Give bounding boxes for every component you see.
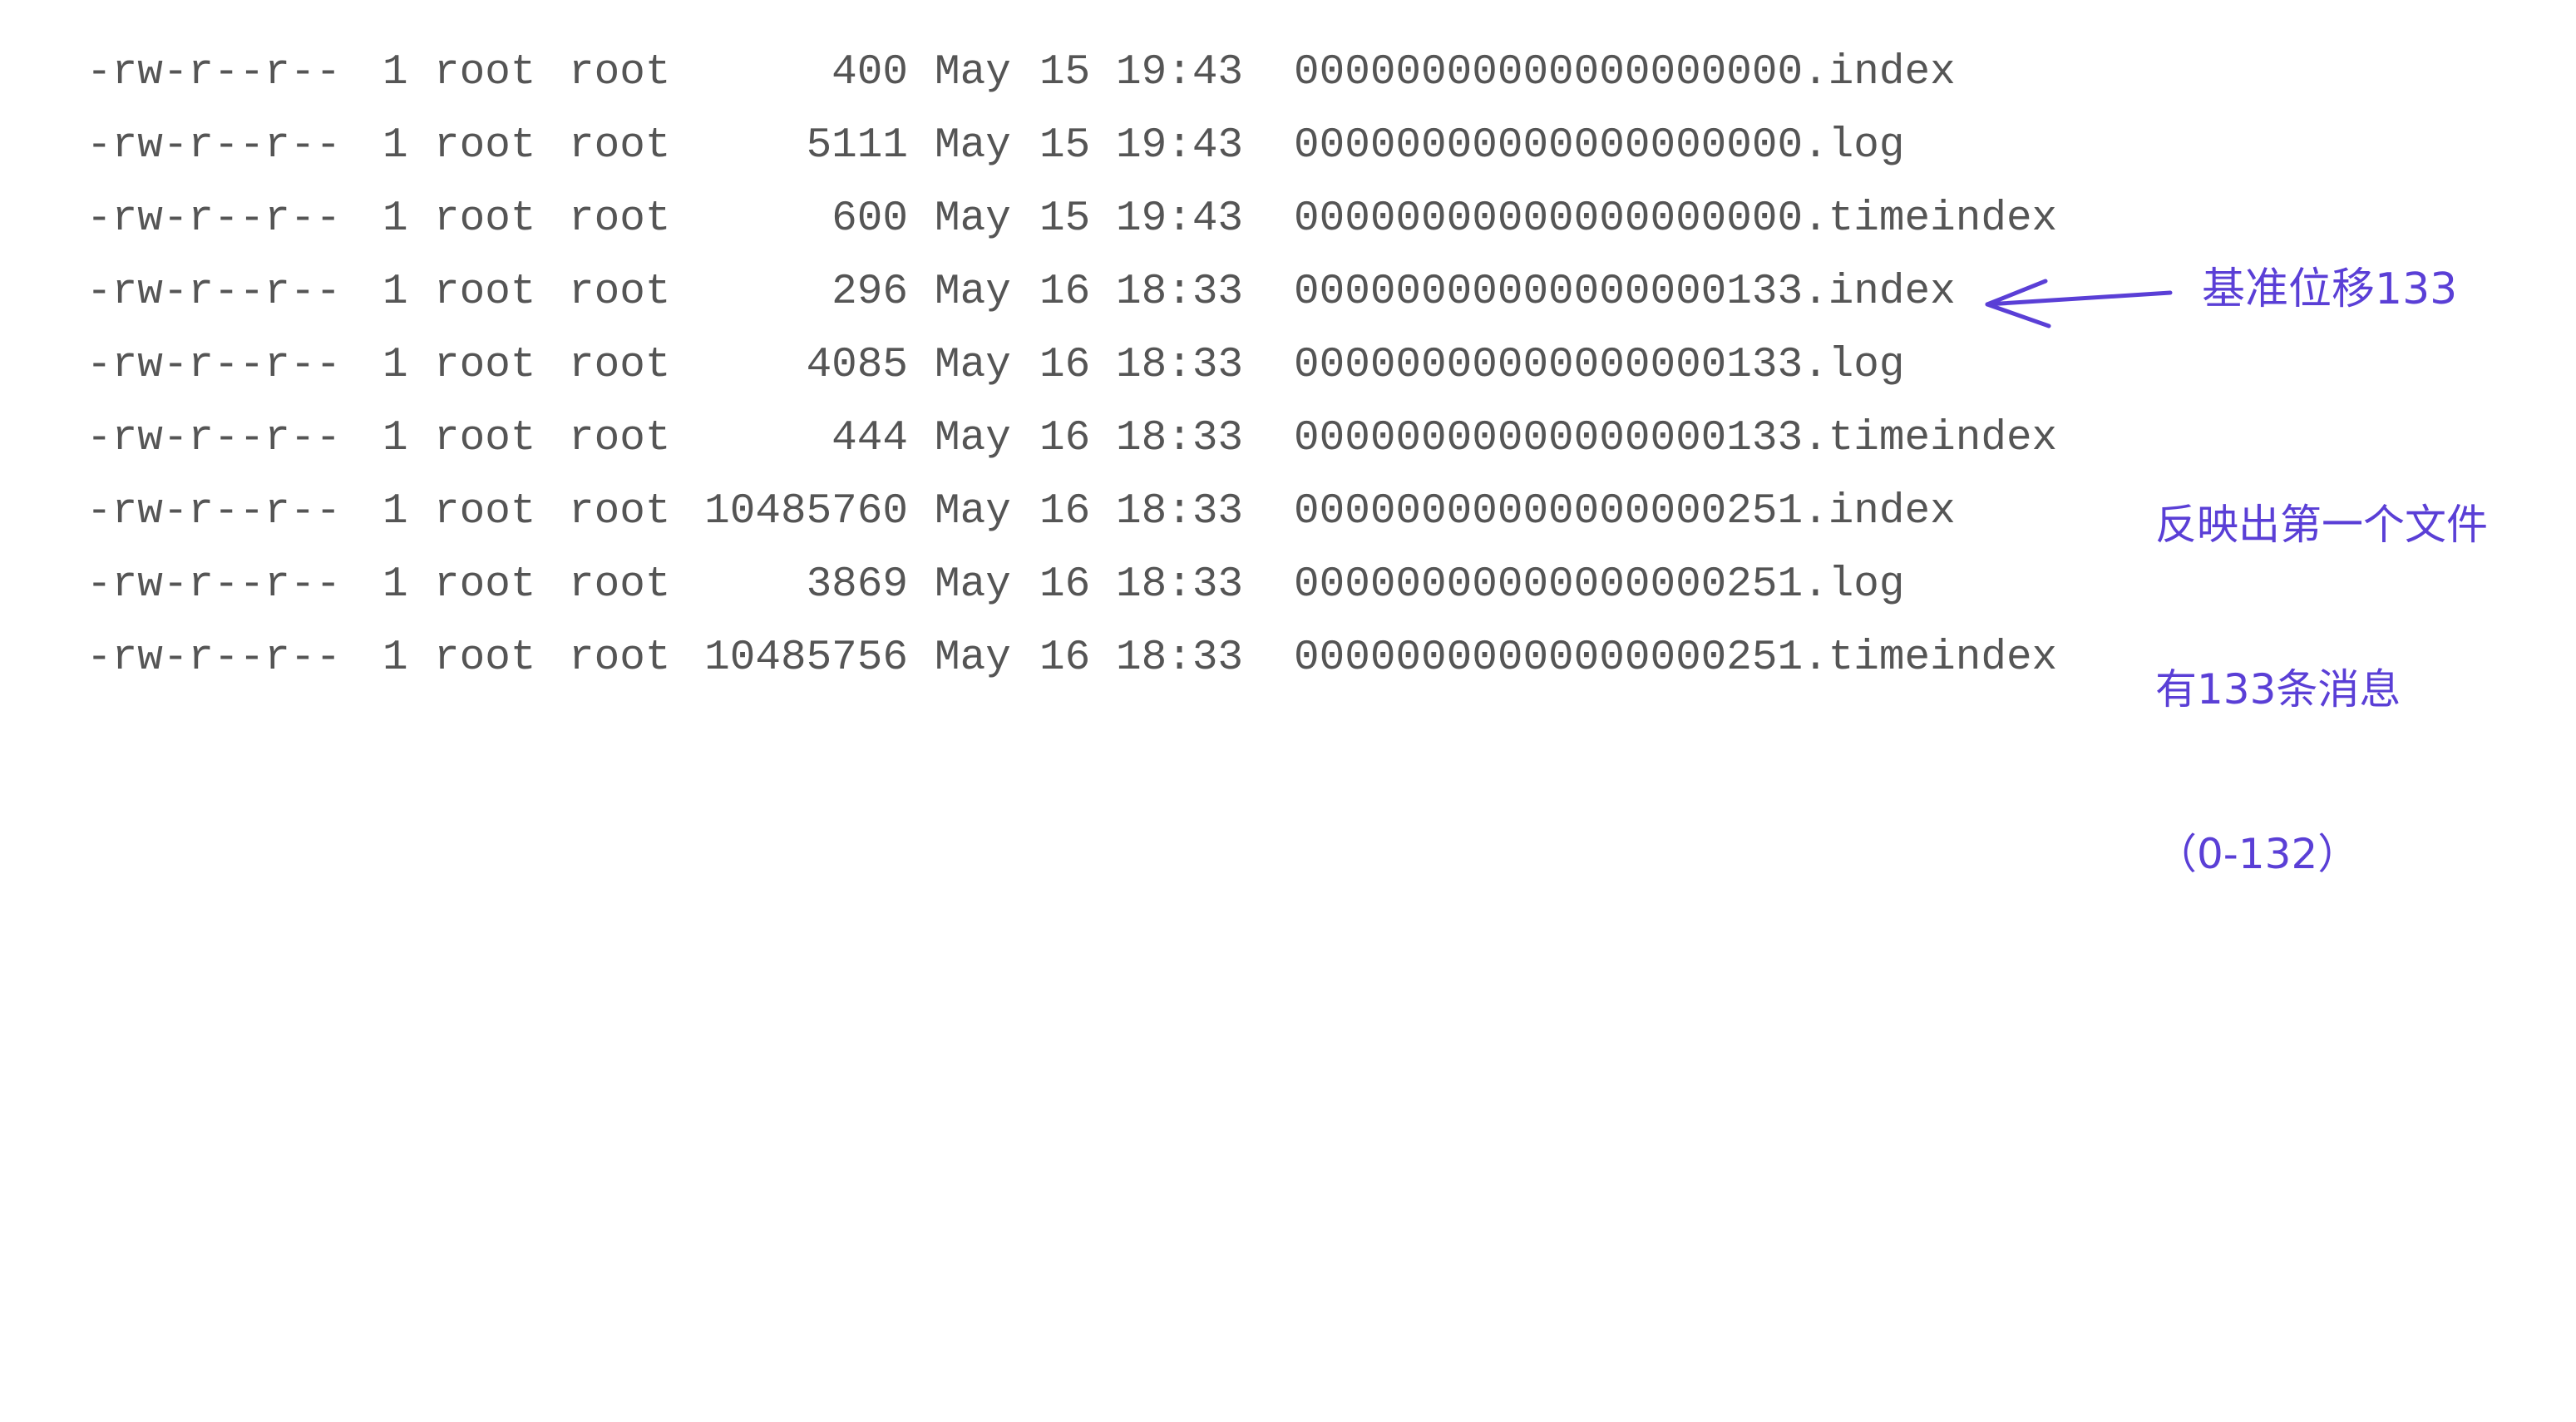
file-permissions: -rw-r--r-- — [86, 269, 342, 316]
file-day: 16 — [1039, 561, 1091, 609]
file-day: 16 — [1039, 342, 1091, 389]
file-row: -rw-r--r-- 1 root root 4085 May 16 18:33… — [0, 329, 2129, 402]
file-size: 600 — [832, 195, 908, 243]
annotation-line: 有133条消息 — [2155, 665, 2401, 713]
file-row: -rw-r--r-- 1 root root 296 May 16 18:33 … — [0, 256, 2129, 329]
file-month: May — [935, 634, 1011, 682]
file-day: 16 — [1039, 415, 1091, 462]
file-listing: -rw-r--r-- 1 root root 400 May 15 19:43 … — [0, 0, 2129, 711]
file-month: May — [935, 561, 1011, 609]
file-permissions: -rw-r--r-- — [86, 195, 342, 243]
file-day: 15 — [1039, 122, 1091, 170]
file-size: 296 — [832, 269, 908, 316]
file-owner: root — [434, 195, 536, 243]
file-owner: root — [434, 561, 536, 609]
file-group: root — [569, 634, 671, 682]
file-time: 18:33 — [1116, 488, 1244, 536]
file-time: 19:43 — [1116, 49, 1244, 96]
file-day: 16 — [1039, 634, 1091, 682]
file-month: May — [935, 415, 1011, 462]
file-month: May — [935, 488, 1011, 536]
file-size: 444 — [832, 415, 908, 462]
file-group: root — [569, 49, 671, 96]
file-row: -rw-r--r-- 1 root root 10485760 May 16 1… — [0, 476, 2129, 549]
file-time: 18:33 — [1116, 342, 1244, 389]
file-month: May — [935, 122, 1011, 170]
file-month: May — [935, 195, 1011, 243]
file-link-count: 1 — [382, 634, 408, 682]
base-offset-annotation: 基准位移133 — [2202, 264, 2458, 314]
file-permissions: -rw-r--r-- — [86, 342, 342, 389]
file-name: 00000000000000000251.timeindex — [1294, 634, 2058, 682]
file-name: 00000000000000000133.index — [1294, 269, 1956, 316]
file-permissions: -rw-r--r-- — [86, 49, 342, 96]
file-permissions: -rw-r--r-- — [86, 122, 342, 170]
file-size: 10485756 — [704, 634, 908, 682]
file-time: 18:33 — [1116, 415, 1244, 462]
file-row: -rw-r--r-- 1 root root 5111 May 15 19:43… — [0, 110, 2129, 183]
file-link-count: 1 — [382, 415, 408, 462]
file-time: 18:33 — [1116, 269, 1244, 316]
message-count-annotation: 反映出第一个文件 有133条消息 （0-132） — [2155, 388, 2488, 936]
file-name: 00000000000000000133.timeindex — [1294, 415, 2058, 462]
file-owner: root — [434, 342, 536, 389]
file-link-count: 1 — [382, 342, 408, 389]
file-day: 15 — [1039, 195, 1091, 243]
file-row: -rw-r--r-- 1 root root 400 May 15 19:43 … — [0, 37, 2129, 110]
file-time: 18:33 — [1116, 634, 1244, 682]
file-permissions: -rw-r--r-- — [86, 415, 342, 462]
file-day: 16 — [1039, 269, 1091, 316]
file-name: 00000000000000000000.index — [1294, 49, 1956, 96]
file-name: 00000000000000000133.log — [1294, 342, 1905, 389]
annotation-line: 反映出第一个文件 — [2155, 501, 2488, 549]
file-owner: root — [434, 415, 536, 462]
file-size: 5111 — [806, 122, 908, 170]
file-time: 19:43 — [1116, 195, 1244, 243]
file-month: May — [935, 269, 1011, 316]
file-link-count: 1 — [382, 269, 408, 316]
file-name: 00000000000000000251.index — [1294, 488, 1956, 536]
file-month: May — [935, 49, 1011, 96]
file-group: root — [569, 415, 671, 462]
file-link-count: 1 — [382, 488, 408, 536]
file-owner: root — [434, 122, 536, 170]
file-name: 00000000000000000000.timeindex — [1294, 195, 2058, 243]
file-link-count: 1 — [382, 49, 408, 96]
file-link-count: 1 — [382, 561, 408, 609]
file-row: -rw-r--r-- 1 root root 444 May 16 18:33 … — [0, 402, 2129, 476]
file-row: -rw-r--r-- 1 root root 10485756 May 16 1… — [0, 622, 2129, 695]
file-group: root — [569, 342, 671, 389]
file-month: May — [935, 342, 1011, 389]
file-size: 10485760 — [704, 488, 908, 536]
file-name: 00000000000000000251.log — [1294, 561, 1905, 609]
arrow-left-icon — [1985, 279, 2173, 328]
file-size: 4085 — [806, 342, 908, 389]
file-link-count: 1 — [382, 195, 408, 243]
file-day: 16 — [1039, 488, 1091, 536]
file-permissions: -rw-r--r-- — [86, 561, 342, 609]
file-group: root — [569, 195, 671, 243]
annotation-line: （0-132） — [2155, 830, 2360, 878]
file-size: 400 — [832, 49, 908, 96]
file-time: 19:43 — [1116, 122, 1244, 170]
file-group: root — [569, 122, 671, 170]
file-size: 3869 — [806, 561, 908, 609]
file-group: root — [569, 488, 671, 536]
file-group: root — [569, 269, 671, 316]
file-owner: root — [434, 49, 536, 96]
file-permissions: -rw-r--r-- — [86, 634, 342, 682]
file-owner: root — [434, 269, 536, 316]
file-owner: root — [434, 634, 536, 682]
file-day: 15 — [1039, 49, 1091, 96]
file-row: -rw-r--r-- 1 root root 3869 May 16 18:33… — [0, 549, 2129, 622]
file-group: root — [569, 561, 671, 609]
file-time: 18:33 — [1116, 561, 1244, 609]
file-row: -rw-r--r-- 1 root root 600 May 15 19:43 … — [0, 183, 2129, 256]
file-name: 00000000000000000000.log — [1294, 122, 1905, 170]
file-owner: root — [434, 488, 536, 536]
file-permissions: -rw-r--r-- — [86, 488, 342, 536]
file-link-count: 1 — [382, 122, 408, 170]
